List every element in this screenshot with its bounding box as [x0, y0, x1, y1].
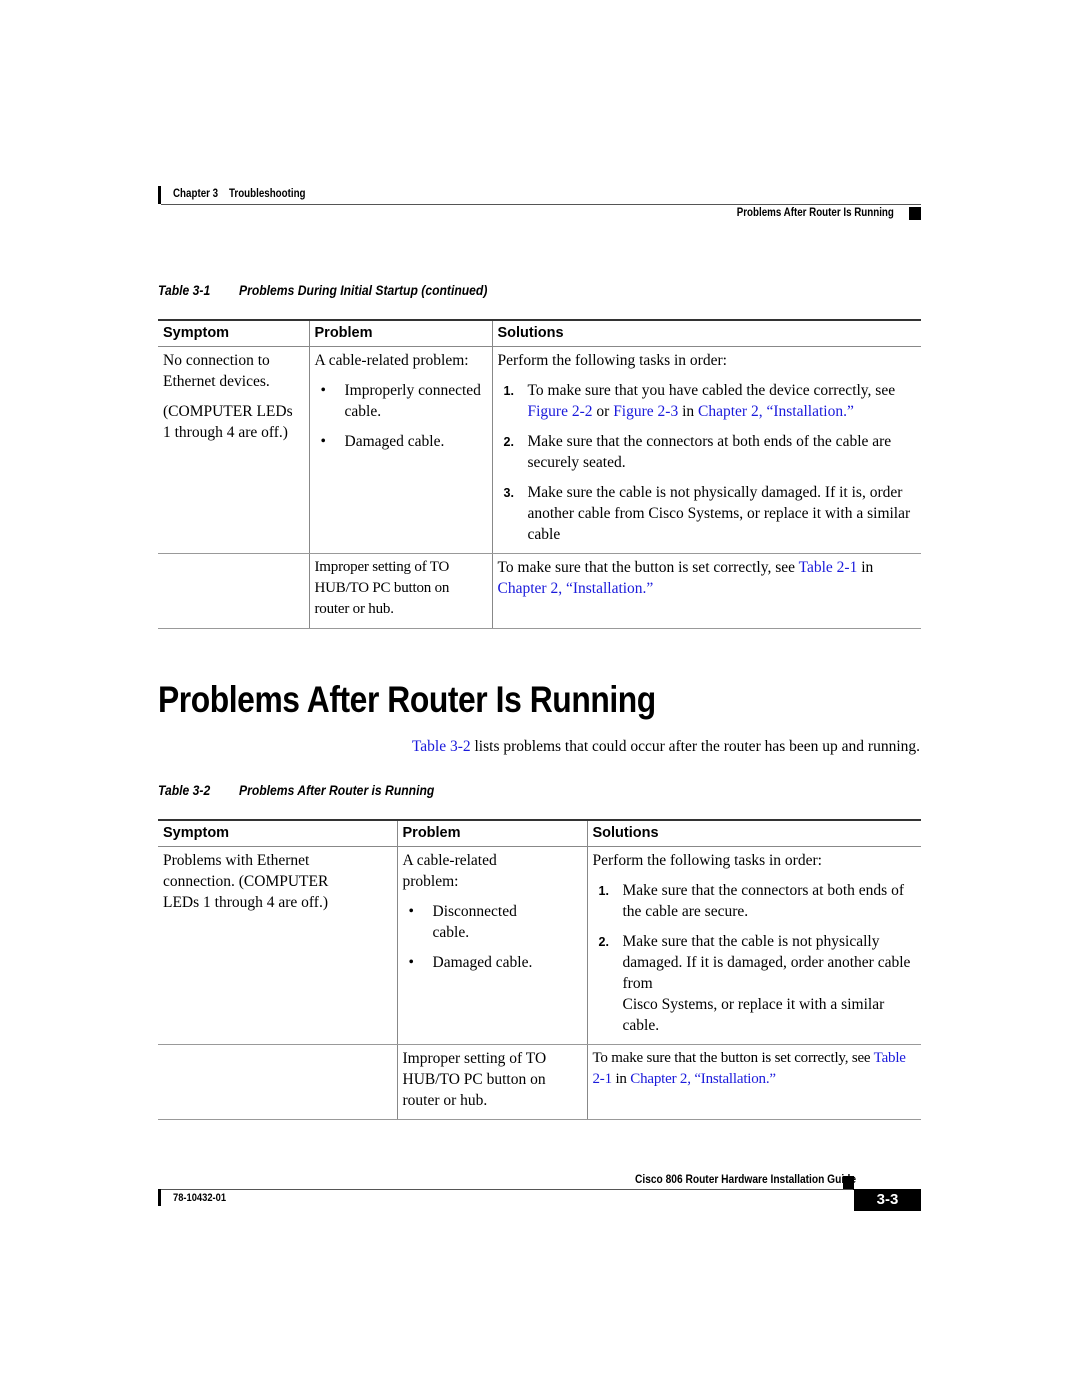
solution-text: in — [611, 1071, 631, 1087]
solution-text: To make sure that the button is set corr… — [592, 1050, 874, 1066]
bullet-text: Damaged cable. — [432, 954, 533, 971]
step-text: or — [592, 403, 614, 420]
step-number: 3. — [503, 486, 514, 500]
bullet-icon: • — [408, 903, 414, 920]
step-item: 3. Make sure the cable is not physically… — [498, 482, 917, 545]
step-text: Make sure that the cable is not physical… — [622, 933, 911, 992]
footer-bar — [158, 1189, 161, 1206]
bullet-icon: • — [320, 433, 326, 450]
section-heading: Problems After Router Is Running — [158, 679, 656, 720]
table1-caption-title: Problems During Initial Startup (continu… — [239, 283, 488, 298]
bullet-icon: • — [408, 954, 414, 971]
table-row: Problems with Ethernet connection. (COMP… — [158, 846, 921, 1045]
link-table-3-2[interactable]: Table 3-2 — [412, 738, 471, 755]
step-text: in — [678, 403, 699, 420]
symptom-text: No connection to Ethernet devices. — [163, 352, 270, 390]
step-item: 2. Make sure that the connectors at both… — [498, 431, 917, 473]
step-text: Make sure that the connectors at both en… — [622, 882, 905, 920]
running-header-chapter: Chapter 3 Troubleshooting — [173, 188, 306, 200]
running-header-section: Problems After Router Is Running — [736, 207, 894, 219]
step-item: 1. Make sure that the connectors at both… — [593, 880, 917, 922]
solution-intro: Perform the following tasks in order: — [497, 352, 727, 369]
link-chapter-2-installation[interactable]: Chapter 2, “Installation.” — [698, 403, 854, 420]
step-number: 1. — [503, 384, 514, 398]
solutions-cell: Perform the following tasks in order: 1.… — [586, 846, 921, 1045]
column-header-symptom: Symptom — [158, 319, 309, 347]
symptom-note: (COMPUTER LEDs 1 through 4 are off.) — [163, 403, 293, 441]
table1-caption-number: Table 3-1 — [158, 283, 211, 298]
symptom-cell — [158, 1044, 397, 1120]
table2-caption: Table 3-2 Problems After Router is Runnin… — [158, 783, 434, 798]
footer-guide-title: Cisco 806 Router Hardware Installation G… — [634, 1172, 856, 1186]
intro-text: lists problems that could occur after th… — [470, 738, 921, 755]
step-text: Make sure that the connectors at both en… — [527, 433, 892, 471]
step-number: 2. — [598, 935, 609, 949]
header-rule — [161, 204, 921, 205]
table1-caption: Table 3-1 Problems During Initial Startup… — [158, 283, 487, 298]
page-number-badge: 3-3 — [854, 1189, 921, 1211]
bullet-text: Disconnected cable. — [432, 903, 517, 941]
chapter-label: Chapter 3 — [173, 188, 219, 200]
step-number: 1. — [598, 884, 609, 898]
table2-caption-number: Table 3-2 — [158, 783, 211, 798]
link-figure-2-3[interactable]: Figure 2-3 — [613, 403, 678, 420]
table2-header-row: Symptom Problem Solutions — [158, 819, 921, 847]
step-text: To make sure that you have cabled the de… — [527, 382, 896, 399]
column-header-problem: Problem — [396, 819, 587, 847]
column-header-solutions: Solutions — [491, 319, 921, 347]
table-row: Improper setting of TO HUB/TO PC button … — [158, 553, 921, 629]
bullet-item: • Damaged cable. — [315, 431, 487, 452]
chapter-title: Troubleshooting — [228, 188, 306, 200]
table-row: Improper setting of TO HUB/TO PC button … — [158, 1044, 921, 1120]
solution-intro: Perform the following tasks in order: — [592, 852, 822, 869]
bullet-item: • Damaged cable. — [403, 952, 582, 973]
step-text: Make sure the cable is not physically da… — [527, 484, 911, 543]
column-header-symptom: Symptom — [158, 819, 397, 847]
solutions-cell: To make sure that the button is set corr… — [491, 553, 921, 629]
link-chapter-2-installation[interactable]: Chapter 2, “Installation.” — [498, 580, 654, 597]
problem-cell: Improper setting of TO HUB/TO PC button … — [308, 553, 492, 629]
link-table-2-1[interactable]: Table 2-1 — [799, 559, 858, 576]
symptom-cell: Problems with Ethernet connection. (COMP… — [158, 846, 397, 1045]
column-header-problem: Problem — [308, 319, 492, 347]
table1-header-row: Symptom Problem Solutions — [158, 319, 921, 347]
table1: Symptom Problem Solutions No connection … — [158, 319, 921, 629]
section-intro: Table 3-2 lists problems that could occu… — [412, 738, 920, 756]
header-bar — [158, 186, 161, 204]
problem-bullets: • Improperly connected cable. • Damaged ca… — [315, 380, 487, 452]
link-chapter-2-installation[interactable]: Chapter 2, “Installation.” — [630, 1071, 776, 1087]
solution-steps: 1. Make sure that the connectors at both… — [593, 880, 917, 1036]
bullet-text: Damaged cable. — [344, 433, 445, 450]
bullet-item: • Improperly connected cable. — [315, 380, 487, 422]
problem-intro: A cable-related problem: — [314, 352, 469, 369]
solution-steps: 1. To make sure that you have cabled the… — [498, 380, 917, 545]
table2-caption-title: Problems After Router is Running — [239, 783, 435, 798]
bullet-icon: • — [320, 382, 326, 399]
table-row: No connection to Ethernet devices. (COMP… — [158, 346, 921, 554]
header-marker-block — [909, 207, 921, 220]
symptom-cell: No connection to Ethernet devices. (COMP… — [158, 346, 309, 554]
table2: Symptom Problem Solutions Problems with … — [158, 819, 921, 1120]
problem-cell: A cable-related problem: • Improperly con… — [308, 346, 492, 554]
footer-rule — [161, 1189, 853, 1190]
step-item: 2. Make sure that the cable is not physi… — [593, 931, 917, 1036]
solutions-cell: To make sure that the button is set corr… — [586, 1044, 921, 1120]
link-figure-2-2[interactable]: Figure 2-2 — [528, 403, 593, 420]
bullet-text: Improperly connected cable. — [344, 382, 481, 420]
problem-cell: Improper setting of TO HUB/TO PC button … — [396, 1044, 587, 1120]
solution-text: To make sure that the button is set corr… — [497, 559, 799, 576]
problem-cell: A cable-related problem: • Disconnected c… — [396, 846, 587, 1045]
problem-bullets: • Disconnected cable. • Damaged cable. — [403, 901, 582, 973]
footer-doc-number: 78-10432-01 — [173, 1192, 227, 1204]
step-number: 2. — [503, 435, 514, 449]
solution-text: in — [857, 559, 874, 576]
symptom-cell — [158, 553, 309, 629]
problem-intro: A cable-related problem: — [402, 852, 497, 890]
footer-marker-block — [843, 1176, 854, 1190]
step-text: Cisco Systems, or replace it with a simi… — [622, 996, 885, 1034]
bullet-item: • Disconnected cable. — [403, 901, 582, 943]
column-header-solutions: Solutions — [586, 819, 921, 847]
step-item: 1. To make sure that you have cabled the… — [498, 380, 917, 422]
solutions-cell: Perform the following tasks in order: 1.… — [491, 346, 921, 554]
